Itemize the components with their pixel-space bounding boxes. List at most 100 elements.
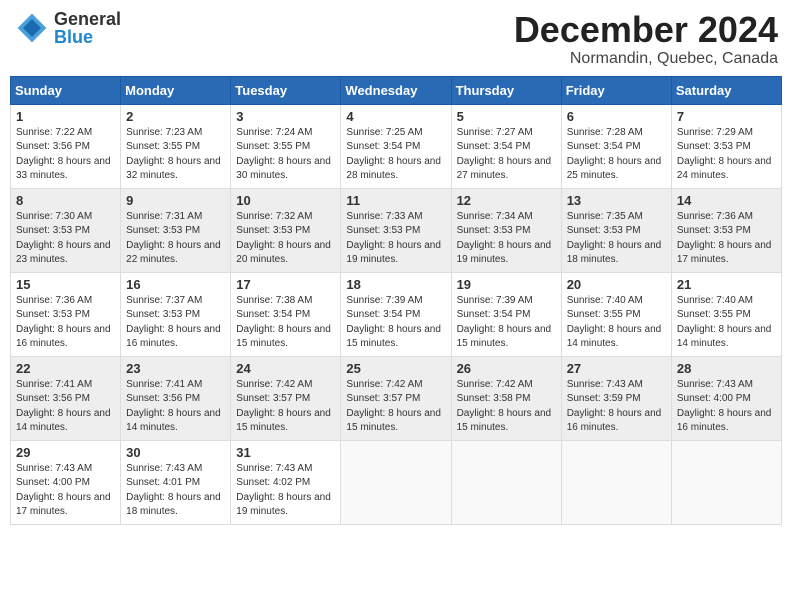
calendar-cell: 13 Sunrise: 7:35 AM Sunset: 3:53 PM Dayl… xyxy=(561,188,671,272)
sunrise-label: Sunrise: 7:30 AM xyxy=(16,211,92,222)
calendar-cell: 14 Sunrise: 7:36 AM Sunset: 3:53 PM Dayl… xyxy=(671,188,781,272)
calendar-cell: 21 Sunrise: 7:40 AM Sunset: 3:55 PM Dayl… xyxy=(671,272,781,356)
sunset-label: Sunset: 4:01 PM xyxy=(126,477,200,488)
column-header-saturday: Saturday xyxy=(671,76,781,104)
day-info: Sunrise: 7:38 AM Sunset: 3:54 PM Dayligh… xyxy=(236,294,335,352)
column-header-friday: Friday xyxy=(561,76,671,104)
sunset-label: Sunset: 3:53 PM xyxy=(677,225,751,236)
logo: General Blue xyxy=(14,10,121,46)
daylight-label: Daylight: 8 hours and 20 minutes. xyxy=(236,240,331,266)
calendar-cell: 5 Sunrise: 7:27 AM Sunset: 3:54 PM Dayli… xyxy=(451,104,561,188)
sunrise-label: Sunrise: 7:42 AM xyxy=(236,379,312,390)
day-number: 24 xyxy=(236,361,335,376)
daylight-label: Daylight: 8 hours and 19 minutes. xyxy=(236,492,331,518)
sunset-label: Sunset: 3:53 PM xyxy=(457,225,531,236)
day-number: 12 xyxy=(457,193,556,208)
calendar-cell xyxy=(561,440,671,524)
sunset-label: Sunset: 3:53 PM xyxy=(346,225,420,236)
sunset-label: Sunset: 3:54 PM xyxy=(567,141,641,152)
daylight-label: Daylight: 8 hours and 18 minutes. xyxy=(567,240,662,266)
daylight-label: Daylight: 8 hours and 33 minutes. xyxy=(16,156,111,182)
sunset-label: Sunset: 3:53 PM xyxy=(126,225,200,236)
sunrise-label: Sunrise: 7:40 AM xyxy=(677,295,753,306)
day-info: Sunrise: 7:33 AM Sunset: 3:53 PM Dayligh… xyxy=(346,210,445,268)
day-info: Sunrise: 7:43 AM Sunset: 4:00 PM Dayligh… xyxy=(677,378,776,436)
sunrise-label: Sunrise: 7:43 AM xyxy=(677,379,753,390)
day-number: 16 xyxy=(126,277,225,292)
calendar-cell: 23 Sunrise: 7:41 AM Sunset: 3:56 PM Dayl… xyxy=(121,356,231,440)
day-info: Sunrise: 7:28 AM Sunset: 3:54 PM Dayligh… xyxy=(567,126,666,184)
daylight-label: Daylight: 8 hours and 14 minutes. xyxy=(126,408,221,434)
calendar-cell: 16 Sunrise: 7:37 AM Sunset: 3:53 PM Dayl… xyxy=(121,272,231,356)
day-info: Sunrise: 7:39 AM Sunset: 3:54 PM Dayligh… xyxy=(457,294,556,352)
calendar-cell: 29 Sunrise: 7:43 AM Sunset: 4:00 PM Dayl… xyxy=(11,440,121,524)
sunset-label: Sunset: 3:55 PM xyxy=(567,309,641,320)
calendar-cell: 12 Sunrise: 7:34 AM Sunset: 3:53 PM Dayl… xyxy=(451,188,561,272)
day-info: Sunrise: 7:35 AM Sunset: 3:53 PM Dayligh… xyxy=(567,210,666,268)
daylight-label: Daylight: 8 hours and 15 minutes. xyxy=(457,324,552,350)
daylight-label: Daylight: 8 hours and 15 minutes. xyxy=(236,324,331,350)
calendar-cell: 3 Sunrise: 7:24 AM Sunset: 3:55 PM Dayli… xyxy=(231,104,341,188)
day-number: 23 xyxy=(126,361,225,376)
daylight-label: Daylight: 8 hours and 30 minutes. xyxy=(236,156,331,182)
logo-line1: General xyxy=(54,10,121,28)
day-number: 14 xyxy=(677,193,776,208)
sunrise-label: Sunrise: 7:43 AM xyxy=(126,463,202,474)
calendar-cell: 9 Sunrise: 7:31 AM Sunset: 3:53 PM Dayli… xyxy=(121,188,231,272)
day-number: 19 xyxy=(457,277,556,292)
daylight-label: Daylight: 8 hours and 25 minutes. xyxy=(567,156,662,182)
sunset-label: Sunset: 3:56 PM xyxy=(16,141,90,152)
sunset-label: Sunset: 3:53 PM xyxy=(16,309,90,320)
calendar-cell: 7 Sunrise: 7:29 AM Sunset: 3:53 PM Dayli… xyxy=(671,104,781,188)
sunset-label: Sunset: 3:55 PM xyxy=(126,141,200,152)
daylight-label: Daylight: 8 hours and 14 minutes. xyxy=(567,324,662,350)
day-info: Sunrise: 7:30 AM Sunset: 3:53 PM Dayligh… xyxy=(16,210,115,268)
calendar-cell: 4 Sunrise: 7:25 AM Sunset: 3:54 PM Dayli… xyxy=(341,104,451,188)
calendar-week-row: 22 Sunrise: 7:41 AM Sunset: 3:56 PM Dayl… xyxy=(11,356,782,440)
calendar-cell: 27 Sunrise: 7:43 AM Sunset: 3:59 PM Dayl… xyxy=(561,356,671,440)
daylight-label: Daylight: 8 hours and 16 minutes. xyxy=(677,408,772,434)
sunset-label: Sunset: 3:55 PM xyxy=(236,141,310,152)
title-block: December 2024 Normandin, Quebec, Canada xyxy=(514,10,778,68)
daylight-label: Daylight: 8 hours and 14 minutes. xyxy=(677,324,772,350)
day-number: 1 xyxy=(16,109,115,124)
calendar-cell: 2 Sunrise: 7:23 AM Sunset: 3:55 PM Dayli… xyxy=(121,104,231,188)
daylight-label: Daylight: 8 hours and 32 minutes. xyxy=(126,156,221,182)
day-info: Sunrise: 7:43 AM Sunset: 4:01 PM Dayligh… xyxy=(126,462,225,520)
calendar-cell: 25 Sunrise: 7:42 AM Sunset: 3:57 PM Dayl… xyxy=(341,356,451,440)
sunset-label: Sunset: 3:55 PM xyxy=(677,309,751,320)
day-number: 28 xyxy=(677,361,776,376)
day-number: 9 xyxy=(126,193,225,208)
day-info: Sunrise: 7:23 AM Sunset: 3:55 PM Dayligh… xyxy=(126,126,225,184)
day-number: 3 xyxy=(236,109,335,124)
sunrise-label: Sunrise: 7:41 AM xyxy=(16,379,92,390)
calendar-cell: 26 Sunrise: 7:42 AM Sunset: 3:58 PM Dayl… xyxy=(451,356,561,440)
daylight-label: Daylight: 8 hours and 15 minutes. xyxy=(346,324,441,350)
calendar-cell: 10 Sunrise: 7:32 AM Sunset: 3:53 PM Dayl… xyxy=(231,188,341,272)
day-number: 4 xyxy=(346,109,445,124)
sunrise-label: Sunrise: 7:42 AM xyxy=(346,379,422,390)
day-info: Sunrise: 7:32 AM Sunset: 3:53 PM Dayligh… xyxy=(236,210,335,268)
calendar-week-row: 29 Sunrise: 7:43 AM Sunset: 4:00 PM Dayl… xyxy=(11,440,782,524)
day-info: Sunrise: 7:34 AM Sunset: 3:53 PM Dayligh… xyxy=(457,210,556,268)
daylight-label: Daylight: 8 hours and 19 minutes. xyxy=(346,240,441,266)
day-info: Sunrise: 7:31 AM Sunset: 3:53 PM Dayligh… xyxy=(126,210,225,268)
day-number: 13 xyxy=(567,193,666,208)
sunset-label: Sunset: 3:54 PM xyxy=(236,309,310,320)
calendar-week-row: 1 Sunrise: 7:22 AM Sunset: 3:56 PM Dayli… xyxy=(11,104,782,188)
page-header: General Blue December 2024 Normandin, Qu… xyxy=(10,10,782,68)
day-info: Sunrise: 7:42 AM Sunset: 3:57 PM Dayligh… xyxy=(346,378,445,436)
calendar-header-row: SundayMondayTuesdayWednesdayThursdayFrid… xyxy=(11,76,782,104)
calendar-cell: 8 Sunrise: 7:30 AM Sunset: 3:53 PM Dayli… xyxy=(11,188,121,272)
day-number: 6 xyxy=(567,109,666,124)
day-info: Sunrise: 7:43 AM Sunset: 4:00 PM Dayligh… xyxy=(16,462,115,520)
sunrise-label: Sunrise: 7:27 AM xyxy=(457,127,533,138)
daylight-label: Daylight: 8 hours and 27 minutes. xyxy=(457,156,552,182)
day-number: 5 xyxy=(457,109,556,124)
daylight-label: Daylight: 8 hours and 22 minutes. xyxy=(126,240,221,266)
calendar-cell: 18 Sunrise: 7:39 AM Sunset: 3:54 PM Dayl… xyxy=(341,272,451,356)
month-title: December 2024 xyxy=(514,10,778,50)
sunrise-label: Sunrise: 7:40 AM xyxy=(567,295,643,306)
sunrise-label: Sunrise: 7:25 AM xyxy=(346,127,422,138)
sunset-label: Sunset: 3:53 PM xyxy=(16,225,90,236)
